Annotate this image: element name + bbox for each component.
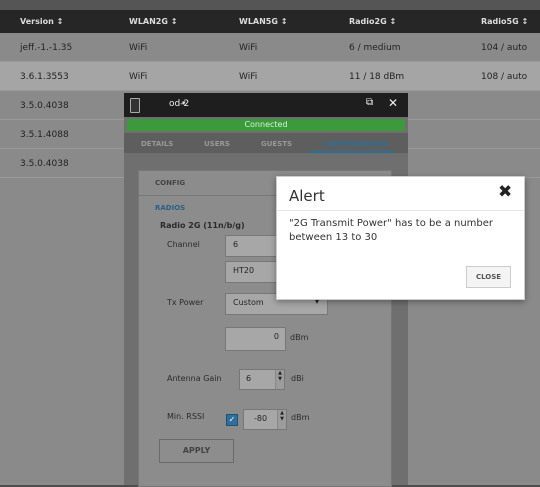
cell-wlan2g: WiFi xyxy=(129,72,148,82)
device-name-selector[interactable]: od-2 xyxy=(169,99,189,109)
cell-radio2g: 6 / medium xyxy=(349,43,401,53)
dbm-unit: dBm xyxy=(290,333,309,342)
txpower-value: Custom xyxy=(233,298,264,307)
cell-version: 3.5.1.4088 xyxy=(20,130,69,140)
apply-button[interactable]: APPLY xyxy=(159,439,234,463)
cell-version: 3.6.1.3553 xyxy=(20,72,69,82)
cell-version: jeff.-1.-1.35 xyxy=(20,43,73,53)
active-tab-indicator xyxy=(309,151,394,153)
stepper-arrows-icon[interactable]: ▲ ▼ xyxy=(277,410,286,429)
txpower-dbm-value: 0 xyxy=(273,332,279,341)
header-wlan2g[interactable]: WLAN2G ↕ xyxy=(129,17,177,26)
header-wlan5g[interactable]: WLAN5G ↕ xyxy=(239,17,287,26)
radios-heading: RADIOS xyxy=(155,204,186,212)
channel-label: Channel xyxy=(167,240,200,249)
device-table-header: Version ↕ WLAN2G ↕ WLAN5G ↕ Radio2G ↕ Ra… xyxy=(0,10,540,33)
close-icon[interactable]: ✕ xyxy=(388,96,398,110)
channel-value: 6 xyxy=(233,240,239,249)
cell-radio2g: 11 / 18 dBm xyxy=(349,72,405,82)
txpower-label: Tx Power xyxy=(167,298,204,307)
header-radio5g[interactable]: Radio5G ↕ xyxy=(481,17,528,26)
alert-dialog: Alert ✖ "2G Transmit Power" has to be a … xyxy=(276,176,525,300)
cell-radio5g: 108 / auto xyxy=(481,72,528,82)
min-rssi-checkbox[interactable]: ✓ xyxy=(226,414,238,426)
antenna-gain-value: 6 xyxy=(246,374,252,383)
antenna-gain-label: Antenna Gain xyxy=(167,374,222,383)
panel-tabs: DETAILS USERS GUESTS CONFIGURATION xyxy=(124,133,408,153)
close-icon[interactable]: ✖ xyxy=(498,182,512,202)
table-row[interactable]: 3.6.1.3553 WiFi WiFi 11 / 18 dBm 108 / a… xyxy=(0,62,540,91)
panel-titlebar: od-2 ▾ ⧉ ✕ xyxy=(124,93,408,117)
header-radio2g[interactable]: Radio2G ↕ xyxy=(349,17,396,26)
ht-mode-select[interactable]: HT20 xyxy=(225,261,280,283)
tab-details[interactable]: DETAILS xyxy=(141,140,173,148)
channel-select[interactable]: 6 xyxy=(225,235,280,257)
cell-wlan5g: WiFi xyxy=(239,72,258,82)
top-band xyxy=(0,0,540,10)
connection-status-bar: Connected xyxy=(127,119,405,131)
min-rssi-label: Min. RSSI xyxy=(167,412,205,421)
cell-version: 3.5.0.4038 xyxy=(20,159,69,169)
popout-icon[interactable]: ⧉ xyxy=(366,97,373,108)
tab-guests[interactable]: GUESTS xyxy=(261,140,292,148)
config-heading: CONFIG xyxy=(155,179,186,187)
radio-2g-title: Radio 2G (11n/b/g) xyxy=(160,221,245,230)
close-button[interactable]: CLOSE xyxy=(466,266,511,288)
stepper-arrows-icon[interactable]: ▲ ▼ xyxy=(275,370,284,389)
cell-wlan2g: WiFi xyxy=(129,43,148,53)
alert-message: "2G Transmit Power" has to be a number b… xyxy=(289,218,494,243)
min-rssi-value: -80 xyxy=(254,414,268,423)
table-row[interactable]: jeff.-1.-1.35 WiFi WiFi 6 / medium 104 /… xyxy=(0,33,540,62)
dbi-unit: dBi xyxy=(291,374,304,383)
tab-users[interactable]: USERS xyxy=(204,140,230,148)
cell-radio5g: 104 / auto xyxy=(481,43,528,53)
rssi-dbm-unit: dBm xyxy=(291,413,310,422)
chevron-down-icon[interactable]: ▾ xyxy=(182,99,186,107)
alert-title: Alert xyxy=(289,187,325,205)
alert-divider xyxy=(277,210,524,211)
txpower-dbm-input[interactable]: 0 xyxy=(225,327,286,351)
cell-version: 3.5.0.4038 xyxy=(20,101,69,111)
header-version[interactable]: Version ↕ xyxy=(20,17,63,26)
antenna-gain-stepper[interactable]: 6 ▲ ▼ xyxy=(239,369,285,390)
tab-configuration[interactable]: CONFIGURATION xyxy=(323,140,388,148)
min-rssi-stepper[interactable]: -80 ▲ ▼ xyxy=(243,409,287,430)
cell-wlan5g: WiFi xyxy=(239,43,258,53)
device-icon xyxy=(130,98,140,113)
ht-mode-value: HT20 xyxy=(233,266,255,275)
